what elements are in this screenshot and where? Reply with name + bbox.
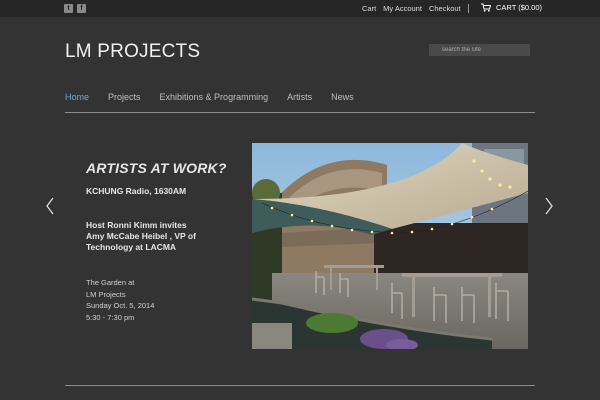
- desc-line: Amy McCabe Heibel , VP of: [86, 231, 196, 241]
- chevron-left-icon[interactable]: [45, 197, 55, 215]
- top-bar: t f Cart My Account Checkout CART ($0.00…: [0, 0, 600, 17]
- nav-news[interactable]: News: [331, 92, 354, 102]
- slide-subhead: KCHUNG Radio, 1630AM: [86, 186, 187, 196]
- social-links: t f: [64, 4, 86, 13]
- event-time: 5:30 - 7:30 pm: [86, 312, 135, 322]
- event-venue: LM Projects: [86, 289, 126, 299]
- chevron-right-icon[interactable]: [544, 197, 554, 215]
- slide-headline[interactable]: ARTISTS AT WORK?: [86, 160, 236, 176]
- cart-link[interactable]: Cart: [362, 4, 376, 13]
- desc-line: Technology at LACMA: [86, 242, 177, 252]
- desc-line: Host Ronni Kimm invites: [86, 220, 187, 230]
- slide-photo[interactable]: [252, 143, 528, 349]
- nav-divider: [65, 112, 535, 113]
- slide-caption: ARTISTS AT WORK? KCHUNG Radio, 1630AM Ho…: [86, 160, 236, 322]
- slide-description: Host Ronni Kimm invites Amy McCabe Heibe…: [86, 220, 236, 253]
- site-logo[interactable]: LM PROJECTS: [65, 41, 200, 63]
- account-links: Cart My Account Checkout: [362, 4, 461, 13]
- event-details: The Garden at LM Projects Sunday Oct. 5,…: [86, 277, 154, 323]
- search-input[interactable]: [429, 44, 530, 56]
- event-date: Sunday Oct. 5, 2014: [86, 301, 155, 310]
- divider: [468, 4, 469, 13]
- cart-icon: [481, 3, 491, 12]
- facebook-icon[interactable]: f: [77, 4, 86, 13]
- checkout-link[interactable]: Checkout: [429, 4, 461, 13]
- nav-projects[interactable]: Projects: [108, 92, 141, 102]
- main-nav: Home Projects Exhibitions & Programming …: [65, 92, 373, 102]
- cart-button[interactable]: CART ($0.00): [481, 3, 542, 12]
- my-account-link[interactable]: My Account: [383, 4, 422, 13]
- event-venue: The Garden at: [86, 278, 135, 287]
- twitter-icon[interactable]: t: [64, 4, 73, 13]
- nav-exhibitions[interactable]: Exhibitions & Programming: [160, 92, 269, 102]
- bottom-divider: [65, 385, 535, 386]
- nav-artists[interactable]: Artists: [287, 92, 312, 102]
- cart-label: CART ($0.00): [496, 3, 542, 12]
- nav-home[interactable]: Home: [65, 92, 89, 102]
